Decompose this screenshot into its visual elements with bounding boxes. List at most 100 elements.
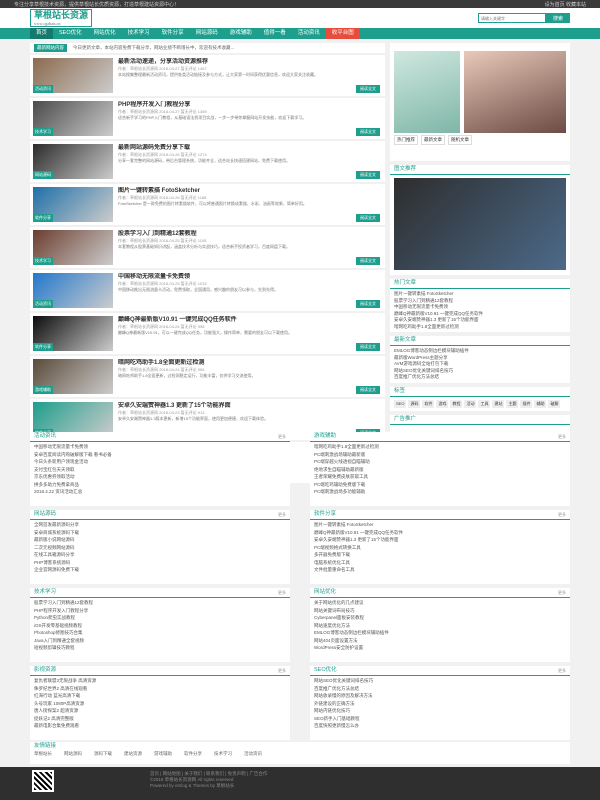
category-item[interactable]: 二次元视频网站源码 [34, 544, 286, 552]
post-thumbnail[interactable]: 技术学习 [33, 230, 113, 265]
category-item[interactable]: 安卓久安端赞神器1.3 更新了15个功能界面 [314, 536, 566, 544]
category-item[interactable]: 多开器免费版下载 [314, 551, 566, 559]
read-more-button[interactable]: 阅读全文 [356, 300, 380, 308]
post-title[interactable]: 股票学习入门到精通12套教程 [118, 230, 382, 238]
tag-item[interactable]: 教程 [450, 399, 463, 408]
category-item[interactable]: PC端刺激战场多功能辅助 [314, 488, 566, 496]
category-item[interactable]: 百度快照更新慢怎么办 [314, 722, 566, 730]
category-title[interactable]: 软件分享 [314, 510, 336, 519]
category-item[interactable]: 安卓百度阅读内购破解版下载 看书必备 [34, 451, 286, 459]
category-more-link[interactable]: 更多 [278, 510, 286, 519]
category-title[interactable]: SEO优化 [314, 666, 337, 675]
category-item[interactable]: Python爬虫实战教程 [34, 614, 286, 622]
nav-game[interactable]: 游戏辅助 [224, 28, 258, 39]
post-title[interactable]: 最新网站源码免费分享下载 [118, 144, 382, 152]
post-title[interactable]: 巅峰Q神最新版V10.91 一键完成QQ任务软件 [118, 316, 382, 324]
post-category[interactable]: 技术学习 [33, 257, 53, 265]
photo-recommend-image[interactable] [394, 178, 566, 270]
nav-tech[interactable]: 技术学习 [122, 28, 156, 39]
category-item[interactable]: 捉妖记2 高清完整版 [34, 715, 286, 723]
category-item[interactable]: WordPress安全防护设置 [314, 644, 566, 652]
friend-link[interactable]: 软件分享 [184, 751, 202, 757]
sidebar-tab-random[interactable]: 随机文章 [448, 135, 472, 145]
post-title[interactable]: 暗网吃鸡助手1.8全面更新过检测 [118, 359, 382, 367]
post-thumbnail[interactable]: 游戏辅助 [33, 359, 113, 394]
tag-item[interactable]: 破解 [548, 399, 561, 408]
post-title[interactable]: 中国移动无限流量卡免费领 [118, 273, 382, 281]
nav-seo[interactable]: SEO优化 [53, 28, 88, 39]
category-item[interactable]: 文件批量重命名工具 [314, 566, 566, 574]
tag-item[interactable]: 主题 [506, 399, 519, 408]
post-category[interactable]: 活动资讯 [33, 300, 53, 308]
category-item[interactable]: PHP程序开发入门教程分享 [34, 607, 286, 615]
read-more-button[interactable]: 阅读全文 [356, 171, 380, 179]
category-item[interactable]: Photoshop修图技巧合集 [34, 629, 286, 637]
category-item[interactable]: PHP博客系统源码 [34, 559, 286, 567]
category-item[interactable]: 关于网站优化的几点建议 [314, 599, 566, 607]
category-item[interactable]: iOS开发零基础视频教程 [34, 622, 286, 630]
friend-link[interactable]: 源码下载 [94, 751, 112, 757]
post-thumbnail[interactable]: 软件分享 [33, 316, 113, 351]
read-more-button[interactable]: 阅读全文 [356, 214, 380, 222]
friend-link[interactable]: 技术学习 [214, 751, 232, 757]
category-item[interactable]: 红海行动 蓝光高清下载 [34, 692, 286, 700]
post-category[interactable]: 活动资讯 [33, 85, 53, 93]
friend-link[interactable]: 网站源码 [64, 751, 82, 757]
category-item[interactable]: PC端吃鸡辅助免费版下载 [314, 481, 566, 489]
category-item[interactable]: 拼多多助力免费拿商品 [34, 481, 286, 489]
category-item[interactable]: 网站关键词布局技巧 [314, 607, 566, 615]
category-item[interactable]: 巅峰Q神最新版V10.91 一键完成QQ任务软件 [314, 529, 566, 537]
nav-home[interactable]: 首页 [30, 28, 54, 39]
category-item[interactable]: 企业官网源码免费下载 [34, 566, 286, 574]
promo-image-1[interactable] [394, 51, 460, 133]
category-more-link[interactable]: 更多 [278, 588, 286, 597]
tag-item[interactable]: 辅助 [534, 399, 547, 408]
category-item[interactable]: 股票学习入门到精通12套教程 [34, 599, 286, 607]
tag-item[interactable]: 源码 [408, 399, 421, 408]
post-title[interactable]: PHP程序开发入门教程分享 [118, 101, 382, 109]
sidebar-tab-new[interactable]: 最新文章 [421, 135, 445, 145]
tag-item[interactable]: 游戏 [436, 399, 449, 408]
promo-image-2[interactable] [464, 51, 566, 133]
category-item[interactable]: PC端视频格式转换工具 [314, 544, 566, 552]
tag-item[interactable]: 软件 [422, 399, 435, 408]
site-logo[interactable]: 草根站长资源 www.cgzhan.cn [30, 9, 93, 27]
category-item[interactable]: 王者荣耀免费皮肤获取工具 [314, 473, 566, 481]
category-item[interactable]: PC端刺激战场辅助最新版 [314, 451, 566, 459]
friend-link[interactable]: 草根站长 [34, 751, 52, 757]
tag-item[interactable]: 建站 [492, 399, 505, 408]
category-item[interactable]: EMLOG博客动态侧边栏模块辅助插件 [314, 629, 566, 637]
category-item[interactable]: 侏罗纪世界2 高清在线观看 [34, 685, 286, 693]
category-item[interactable]: 图片一键转素描 FotoSketcher [314, 521, 566, 529]
category-item[interactable]: 复仇者联盟3无限战争 高清资源 [34, 677, 286, 685]
post-thumbnail[interactable]: 软件分享 [33, 187, 113, 222]
search-button[interactable]: 搜索 [546, 13, 570, 23]
friend-link[interactable]: 建站资源 [124, 751, 142, 757]
category-more-link[interactable]: 更多 [558, 510, 566, 519]
recent-article-item[interactable]: 百度推广优化方法总结 [394, 374, 566, 381]
category-item[interactable]: 短视频剪辑技巧教程 [34, 644, 286, 652]
read-more-button[interactable]: 阅读全文 [356, 343, 380, 351]
category-more-link[interactable]: 更多 [278, 666, 286, 675]
nav-source[interactable]: 网站源码 [190, 28, 224, 39]
category-more-link[interactable]: 更多 [558, 432, 566, 441]
category-title[interactable]: 影视资源 [34, 666, 56, 675]
category-item[interactable]: 外链建设的正确方法 [314, 700, 566, 708]
category-item[interactable]: 网站SEO优化关键词排名技巧 [314, 677, 566, 685]
search-input[interactable] [478, 13, 546, 23]
post-thumbnail[interactable]: 网站源码 [33, 144, 113, 179]
category-item[interactable]: 在线工具箱源码分享 [34, 551, 286, 559]
category-item[interactable]: 百度推广优化方法总结 [314, 685, 566, 693]
post-thumbnail[interactable]: 活动资讯 [33, 58, 113, 93]
category-item[interactable]: 电脑系统优化工具 [314, 559, 566, 567]
post-title[interactable]: 图片一键转素描 FotoSketcher [118, 187, 382, 195]
post-thumbnail[interactable]: 活动资讯 [33, 273, 113, 308]
friend-link[interactable]: 活动资讯 [244, 751, 262, 757]
sidebar-tab-hot[interactable]: 热门推荐 [394, 135, 418, 145]
friend-link[interactable]: 游戏辅助 [154, 751, 172, 757]
category-item[interactable]: 网站404页面设置方法 [314, 637, 566, 645]
category-item[interactable]: 暗网吃鸡助手1.8全面更新过检测 [314, 443, 566, 451]
category-item[interactable]: 安卓商城系统源码下载 [34, 529, 286, 537]
read-more-button[interactable]: 阅读全文 [356, 85, 380, 93]
category-title[interactable]: 技术学习 [34, 588, 56, 597]
